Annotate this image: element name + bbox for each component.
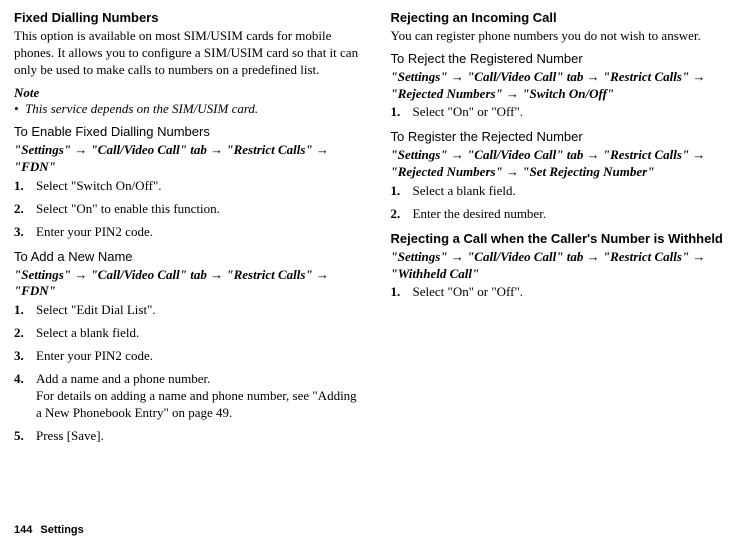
step: Enter your PIN2 code.: [14, 224, 363, 241]
arrow-icon: →: [587, 249, 600, 264]
note-head: Note: [14, 85, 363, 102]
path-seg: "Call/Video Call" tab: [91, 267, 207, 282]
arrow-icon: →: [587, 147, 600, 162]
note-body: This service depends on the SIM/USIM car…: [25, 101, 258, 116]
desc-fdn: This option is available on most SIM/USI…: [14, 28, 363, 79]
path-seg: "Call/Video Call" tab: [91, 142, 207, 157]
path-seg: "Set Rejecting Number": [522, 164, 654, 179]
step: Select a blank field.: [391, 183, 740, 200]
arrow-icon: →: [692, 147, 705, 162]
path-seg: "Settings": [391, 69, 448, 84]
steps-register-rejected: Select a blank field. Enter the desired …: [391, 183, 740, 223]
path-add-name: "Settings" → "Call/Video Call" tab → "Re…: [14, 267, 363, 301]
arrow-icon: →: [74, 267, 87, 282]
path-seg: "Switch On/Off": [522, 86, 614, 101]
arrow-icon: →: [692, 249, 705, 264]
page-number: 144: [14, 524, 32, 536]
step: Select a blank field.: [14, 325, 363, 342]
note-text: • This service depends on the SIM/USIM c…: [14, 101, 363, 118]
step: Select "On" to enable this function.: [14, 201, 363, 218]
path-seg: "FDN": [14, 159, 56, 174]
step: Enter your PIN2 code.: [14, 348, 363, 365]
subhead-reject-registered: To Reject the Registered Number: [391, 51, 740, 68]
left-column: Fixed Dialling Numbers This option is av…: [14, 10, 363, 453]
path-seg: "Settings": [14, 267, 71, 282]
desc-reject: You can register phone numbers you do no…: [391, 28, 740, 45]
path-reject-registered: "Settings" → "Call/Video Call" tab → "Re…: [391, 69, 740, 103]
path-seg: "Restrict Calls": [226, 267, 312, 282]
step: Press [Save].: [14, 428, 363, 445]
path-seg: "Restrict Calls": [226, 142, 312, 157]
steps-enable-fdn: Select "Switch On/Off". Select "On" to e…: [14, 178, 363, 241]
path-enable-fdn: "Settings" → "Call/Video Call" tab → "Re…: [14, 142, 363, 176]
step: Select "On" or "Off".: [391, 104, 740, 121]
path-seg: "Call/Video Call" tab: [467, 147, 583, 162]
path-seg: "Restrict Calls": [603, 249, 689, 264]
arrow-icon: →: [210, 267, 223, 282]
step: Select "On" or "Off".: [391, 284, 740, 301]
path-seg: "Rejected Numbers": [391, 164, 503, 179]
step: Select "Switch On/Off".: [14, 178, 363, 195]
arrow-icon: →: [210, 142, 223, 157]
path-seg: "Settings": [14, 142, 71, 157]
path-seg: "Call/Video Call" tab: [467, 69, 583, 84]
subhead-register-rejected: To Register the Rejected Number: [391, 129, 740, 146]
heading-fdn: Fixed Dialling Numbers: [14, 10, 363, 27]
steps-add-name: Select "Edit Dial List". Select a blank …: [14, 302, 363, 444]
arrow-icon: →: [316, 142, 329, 157]
section-name: Settings: [40, 524, 83, 536]
page-footer: 144 Settings: [14, 523, 84, 537]
path-seg: "Restrict Calls": [603, 147, 689, 162]
arrow-icon: →: [74, 142, 87, 157]
heading-withheld: Rejecting a Call when the Caller's Numbe…: [391, 231, 740, 248]
steps-withheld: Select "On" or "Off".: [391, 284, 740, 301]
path-seg: "Settings": [391, 249, 448, 264]
arrow-icon: →: [451, 69, 464, 84]
arrow-icon: →: [451, 147, 464, 162]
path-seg: "Rejected Numbers": [391, 86, 503, 101]
note-bullet: •: [14, 101, 19, 116]
subhead-add-name: To Add a New Name: [14, 249, 363, 266]
arrow-icon: →: [506, 86, 519, 101]
path-seg: "FDN": [14, 283, 56, 298]
steps-reject-registered: Select "On" or "Off".: [391, 104, 740, 121]
path-withheld: "Settings" → "Call/Video Call" tab → "Re…: [391, 249, 740, 283]
arrow-icon: →: [506, 164, 519, 179]
path-seg: "Restrict Calls": [603, 69, 689, 84]
step: Select "Edit Dial List".: [14, 302, 363, 319]
arrow-icon: →: [451, 249, 464, 264]
path-seg: "Settings": [391, 147, 448, 162]
path-seg: "Withheld Call": [391, 266, 480, 281]
arrow-icon: →: [692, 69, 705, 84]
path-seg: "Call/Video Call" tab: [467, 249, 583, 264]
step: Add a name and a phone number. For detai…: [14, 371, 363, 422]
step: Enter the desired number.: [391, 206, 740, 223]
heading-reject: Rejecting an Incoming Call: [391, 10, 740, 27]
subhead-enable-fdn: To Enable Fixed Dialling Numbers: [14, 124, 363, 141]
right-column: Rejecting an Incoming Call You can regis…: [391, 10, 740, 453]
arrow-icon: →: [316, 267, 329, 282]
arrow-icon: →: [587, 69, 600, 84]
path-register-rejected: "Settings" → "Call/Video Call" tab → "Re…: [391, 147, 740, 181]
